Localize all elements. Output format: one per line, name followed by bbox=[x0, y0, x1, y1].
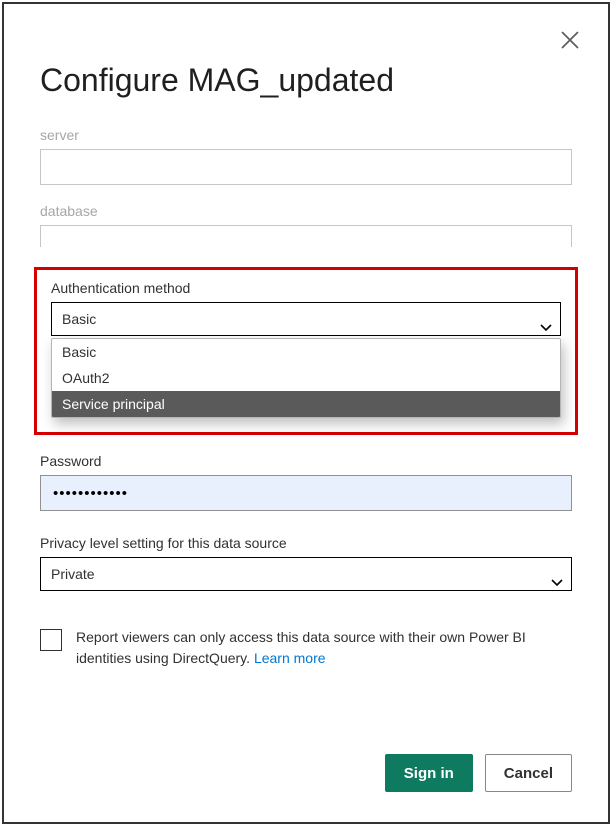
database-label: database bbox=[40, 203, 572, 219]
dialog-buttons: Sign in Cancel bbox=[385, 754, 572, 792]
privacy-select-value: Private bbox=[51, 566, 95, 582]
privacy-select[interactable]: Private bbox=[40, 557, 572, 591]
server-label: server bbox=[40, 127, 572, 143]
dialog-frame: Configure MAG_updated server database Au… bbox=[2, 2, 610, 824]
auth-label: Authentication method bbox=[51, 280, 561, 296]
signin-button[interactable]: Sign in bbox=[385, 754, 473, 792]
server-field-group: server bbox=[40, 127, 572, 185]
close-icon[interactable] bbox=[560, 30, 580, 50]
chevron-down-icon bbox=[551, 568, 563, 580]
dialog-content: Configure MAG_updated server database Au… bbox=[4, 4, 608, 669]
auth-select[interactable]: Basic bbox=[51, 302, 561, 336]
password-field-group: Password bbox=[40, 453, 572, 511]
auth-dropdown: Basic OAuth2 Service principal bbox=[51, 338, 561, 418]
password-input[interactable] bbox=[40, 475, 572, 511]
password-label: Password bbox=[40, 453, 572, 469]
server-input[interactable] bbox=[40, 149, 572, 185]
auth-option-service-principal[interactable]: Service principal bbox=[52, 391, 560, 417]
directquery-checkbox[interactable] bbox=[40, 629, 62, 651]
auth-select-wrap: Basic Basic OAuth2 Service principal bbox=[51, 302, 561, 418]
auth-option-basic[interactable]: Basic bbox=[52, 339, 560, 365]
cancel-button[interactable]: Cancel bbox=[485, 754, 572, 792]
auth-highlight-box: Authentication method Basic Basic OAuth2… bbox=[34, 267, 578, 435]
auth-option-oauth2[interactable]: OAuth2 bbox=[52, 365, 560, 391]
directquery-label: Report viewers can only access this data… bbox=[76, 627, 572, 669]
dialog-title: Configure MAG_updated bbox=[40, 62, 572, 99]
privacy-field-group: Privacy level setting for this data sour… bbox=[40, 535, 572, 591]
database-input-clip bbox=[40, 225, 572, 247]
learn-more-link[interactable]: Learn more bbox=[254, 650, 326, 666]
database-field-group: database bbox=[40, 203, 572, 247]
auth-select-value: Basic bbox=[62, 311, 96, 327]
chevron-down-icon bbox=[540, 313, 552, 325]
privacy-label: Privacy level setting for this data sour… bbox=[40, 535, 572, 551]
database-input[interactable] bbox=[40, 225, 572, 247]
directquery-consent-row: Report viewers can only access this data… bbox=[40, 627, 572, 669]
